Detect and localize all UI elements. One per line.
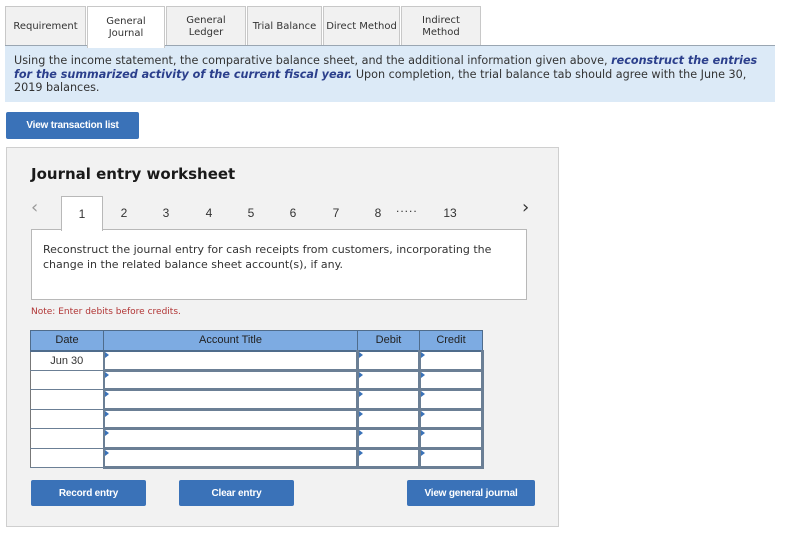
tab-direct-method[interactable]: Direct Method	[323, 6, 400, 46]
debit-cell[interactable]	[357, 350, 421, 372]
chevron-left-icon[interactable]: ‹	[31, 197, 38, 218]
step-7[interactable]: 7	[315, 196, 357, 230]
debit-input[interactable]	[359, 410, 418, 427]
debit-cell[interactable]	[357, 389, 421, 411]
tab-label: Trial Balance	[252, 20, 317, 32]
date-cell	[30, 389, 105, 410]
credit-cell[interactable]	[419, 428, 484, 450]
credit-cell[interactable]	[419, 408, 484, 430]
tab-bar: Requirement General Journal General Ledg…	[5, 6, 482, 48]
debit-input[interactable]	[359, 449, 418, 466]
tab-label: General Ledger	[186, 14, 226, 38]
account-title-cell[interactable]	[103, 447, 359, 469]
table-row	[30, 447, 484, 469]
debit-input[interactable]	[359, 430, 418, 447]
account-title-input[interactable]	[104, 371, 356, 388]
table-header-row: Date Account Title Debit Credit	[30, 330, 483, 352]
account-title-input[interactable]	[104, 410, 356, 427]
worksheet-title: Journal entry worksheet	[31, 165, 236, 183]
tab-indirect-method[interactable]: Indirect Method	[401, 6, 481, 46]
credit-cell[interactable]	[419, 369, 484, 391]
credit-cell[interactable]	[419, 389, 484, 411]
date-cell	[30, 447, 105, 468]
header-account-title: Account Title	[103, 330, 358, 352]
account-title-cell[interactable]	[103, 389, 359, 411]
debit-input[interactable]	[359, 391, 418, 408]
debit-input[interactable]	[359, 371, 418, 388]
credit-input[interactable]	[421, 391, 481, 408]
credit-input[interactable]	[421, 430, 481, 447]
step-13[interactable]: 13	[429, 196, 471, 230]
credit-input[interactable]	[421, 351, 481, 369]
table-row: Jun 30	[30, 350, 484, 372]
credit-input[interactable]	[421, 371, 481, 388]
account-title-cell[interactable]	[103, 369, 359, 391]
credit-input[interactable]	[421, 449, 481, 466]
account-title-input[interactable]	[104, 430, 356, 447]
tab-label: Requirement	[13, 20, 78, 32]
table-row	[30, 428, 484, 450]
step-2[interactable]: 2	[103, 196, 145, 230]
credit-input[interactable]	[421, 410, 481, 427]
view-general-journal-button[interactable]: View general journal	[407, 480, 535, 506]
debit-cell[interactable]	[357, 428, 421, 450]
step-3[interactable]: 3	[145, 196, 187, 230]
instruction-text: Using the income statement, the comparat…	[14, 54, 612, 67]
debits-credits-note: Note: Enter debits before credits.	[31, 307, 181, 317]
chevron-right-icon[interactable]: ›	[522, 197, 529, 218]
step-8[interactable]: 8	[357, 196, 399, 230]
debit-cell[interactable]	[357, 447, 421, 469]
header-debit: Debit	[357, 330, 420, 352]
table-row	[30, 369, 484, 391]
account-title-input[interactable]	[104, 449, 356, 466]
account-title-cell[interactable]	[103, 350, 359, 372]
journal-entry-table: Date Account Title Debit Credit Jun 30	[30, 330, 484, 469]
step-1[interactable]: 1	[61, 196, 103, 231]
entry-prompt: Reconstruct the journal entry for cash r…	[31, 229, 527, 300]
date-cell	[30, 369, 105, 390]
date-cell: Jun 30	[30, 350, 105, 371]
debit-cell[interactable]	[357, 408, 421, 430]
tab-requirement[interactable]: Requirement	[5, 6, 86, 46]
tab-general-ledger[interactable]: General Ledger	[166, 6, 246, 46]
view-transaction-list-button[interactable]: View transaction list	[6, 112, 139, 139]
tab-trial-balance[interactable]: Trial Balance	[247, 6, 322, 46]
tab-general-journal[interactable]: General Journal	[87, 6, 165, 48]
table-row	[30, 389, 484, 411]
date-cell	[30, 428, 105, 449]
step-5[interactable]: 5	[230, 196, 272, 230]
tab-label: Indirect Method	[422, 14, 460, 38]
step-6[interactable]: 6	[272, 196, 314, 230]
step-ellipsis: .....	[396, 201, 418, 215]
debit-input[interactable]	[359, 351, 418, 369]
header-credit: Credit	[419, 330, 483, 352]
step-4[interactable]: 4	[188, 196, 230, 230]
credit-cell[interactable]	[419, 350, 484, 372]
account-title-cell[interactable]	[103, 428, 359, 450]
account-title-input[interactable]	[104, 391, 356, 408]
clear-entry-button[interactable]: Clear entry	[179, 480, 294, 506]
account-title-input[interactable]	[104, 351, 356, 369]
tab-label: Direct Method	[326, 20, 397, 32]
table-row	[30, 408, 484, 430]
debit-cell[interactable]	[357, 369, 421, 391]
record-entry-button[interactable]: Record entry	[31, 480, 146, 506]
credit-cell[interactable]	[419, 447, 484, 469]
account-title-cell[interactable]	[103, 408, 359, 430]
tab-label: General Journal	[106, 15, 146, 39]
journal-entry-worksheet-panel: Journal entry worksheet ‹ 1 2 3 4 5 6 7 …	[6, 147, 559, 527]
header-date: Date	[30, 330, 104, 352]
instruction-banner: Using the income statement, the comparat…	[5, 46, 775, 102]
date-cell	[30, 408, 105, 429]
